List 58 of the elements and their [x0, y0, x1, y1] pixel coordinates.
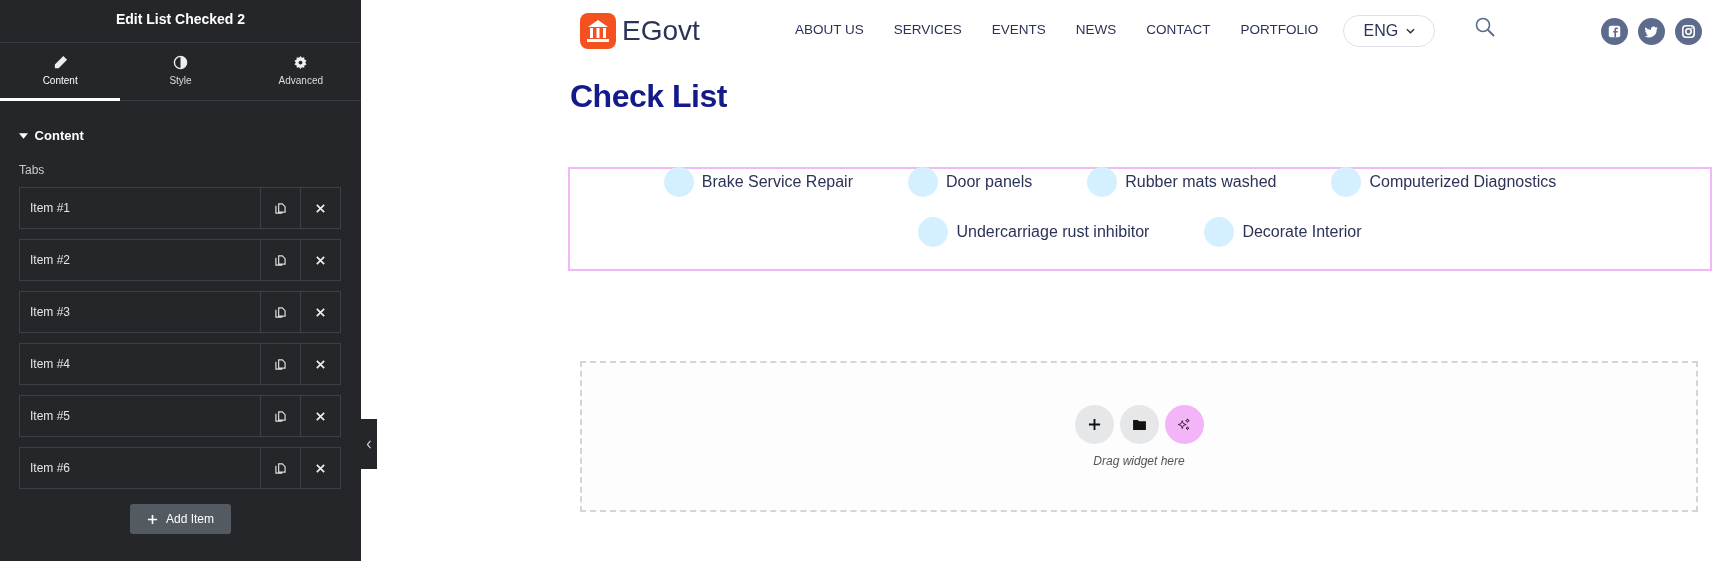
panel-tab[interactable]: Advanced: [240, 43, 361, 101]
plus-icon: [147, 513, 158, 525]
panel-tab[interactable]: Style: [120, 43, 241, 101]
close-icon: [315, 306, 326, 318]
copy-icon: [275, 306, 286, 318]
copy-icon: [275, 202, 286, 214]
logo-icon: [580, 13, 616, 49]
camera-icon[interactable]: [1675, 17, 1702, 45]
close-icon: [315, 462, 326, 474]
copy-icon: [275, 254, 286, 266]
chevron-left-icon: [366, 439, 372, 449]
copy-icon: [275, 462, 286, 474]
copy-icon: [275, 410, 286, 422]
checklist-item: Undercarriage rust inhibitor: [956, 223, 1150, 241]
nav-link[interactable]: NEWS: [1075, 21, 1117, 37]
pencil-icon: [52, 55, 68, 70]
folder-button[interactable]: [1119, 405, 1159, 444]
close-icon: [315, 254, 326, 266]
checklist-item: Door panels: [945, 173, 1033, 191]
nav-link[interactable]: EVENTS: [991, 21, 1046, 37]
nav-link[interactable]: SERVICES: [893, 21, 962, 37]
checklist-item: Rubber mats washed: [1125, 173, 1277, 191]
close-icon: [315, 358, 326, 370]
check-circle-icon: [907, 167, 938, 197]
facebook-icon[interactable]: [1601, 17, 1628, 45]
panel-tab[interactable]: Content: [0, 43, 121, 101]
close-icon: [315, 410, 326, 422]
add-section-button[interactable]: [1074, 405, 1114, 444]
check-circle-icon: [1204, 217, 1235, 247]
section-header[interactable]: Content: [19, 128, 84, 143]
caret-icon: [19, 132, 28, 139]
close-icon: [315, 202, 326, 214]
check-circle-icon: [1331, 167, 1362, 197]
copy-icon: [275, 358, 286, 370]
sparkle-button[interactable]: [1164, 405, 1204, 444]
nav-link[interactable]: ABOUT US: [795, 21, 864, 37]
checklist-item: Computerized Diagnostics: [1369, 173, 1557, 191]
page-heading: Check List: [570, 78, 727, 115]
gear-icon: [293, 55, 309, 70]
plus-icon: [1087, 418, 1101, 431]
bird-icon[interactable]: [1638, 17, 1665, 45]
sparkle-icon: [1177, 417, 1191, 432]
field-label: Tabs: [19, 163, 45, 177]
check-circle-icon: [663, 167, 694, 197]
language-selector[interactable]: ENG: [1343, 15, 1436, 47]
search-icon[interactable]: [1475, 17, 1496, 37]
checklist-item: Decorate Interior: [1242, 223, 1362, 241]
nav-link[interactable]: CONTACT: [1146, 21, 1211, 37]
folder-icon: [1132, 419, 1146, 430]
check-circle-icon: [1087, 167, 1118, 197]
chevron-down-icon: [1406, 28, 1416, 34]
nav-link[interactable]: PORTFOLIO: [1240, 21, 1319, 37]
drop-hint: Drag widget here: [1093, 454, 1185, 468]
check-circle-icon: [918, 217, 949, 247]
add-item-button[interactable]: Add Item: [130, 504, 231, 534]
logo-text[interactable]: EGovt: [622, 15, 700, 47]
checklist-item: Brake Service Repair: [701, 173, 853, 191]
contrast-icon: [173, 55, 188, 70]
